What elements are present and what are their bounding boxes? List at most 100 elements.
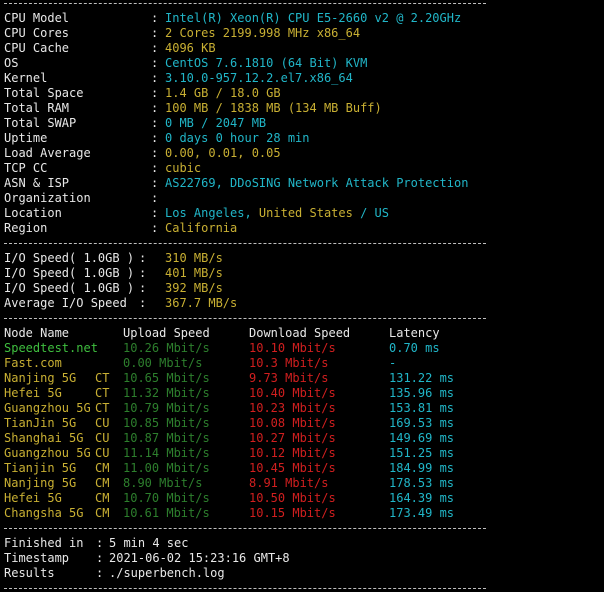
- speed-header-upload: Upload Speed: [123, 326, 210, 340]
- system-info-colon: :: [151, 221, 159, 235]
- system-info-label: Total SWAP: [4, 116, 77, 130]
- system-info-label: Kernel: [4, 71, 48, 85]
- speed-download: 10.10 Mbit/s: [249, 341, 336, 355]
- system-info-value: AS22769, DDoSING Network Attack Protecti…: [165, 176, 469, 190]
- speed-download: 10.3 Mbit/s: [249, 356, 329, 370]
- separator-bottom: [4, 588, 486, 589]
- speed-node-isp: CM: [95, 491, 110, 505]
- system-info-value: cubic: [165, 161, 202, 175]
- system-info-value: 3.10.0-957.12.2.el7.x86_64: [165, 71, 353, 85]
- system-info-label: Uptime: [4, 131, 48, 145]
- speed-node-name: Guangzhou 5G: [4, 446, 91, 460]
- summary-label: Finished in: [4, 536, 84, 550]
- io-colon: :: [139, 266, 147, 280]
- system-info-value: California: [165, 221, 238, 235]
- speed-node-name: Speedtest.net: [4, 341, 98, 355]
- speed-latency: 151.25 ms: [389, 446, 455, 460]
- system-info-value: CentOS 7.6.1810 (64 Bit) KVM: [165, 56, 368, 70]
- location-part: / US: [352, 206, 389, 220]
- speed-upload: 8.90 Mbit/s: [123, 476, 203, 490]
- speed-node-name: Nanjing 5G: [4, 476, 77, 490]
- speed-download: 10.27 Mbit/s: [249, 431, 336, 445]
- speed-node-name: Guangzhou 5G: [4, 401, 91, 415]
- speed-download: 10.40 Mbit/s: [249, 386, 336, 400]
- speed-node-isp: CU: [95, 446, 110, 460]
- speed-node-name: Tianjin 5G: [4, 461, 77, 475]
- speed-download: 10.08 Mbit/s: [249, 416, 336, 430]
- system-info-colon: :: [151, 131, 159, 145]
- system-info-value: 100 MB / 1838 MB (134 MB Buff): [165, 101, 382, 115]
- speed-node-isp: CM: [95, 506, 110, 520]
- system-info-colon: :: [151, 176, 159, 190]
- speed-download: 10.50 Mbit/s: [249, 491, 336, 505]
- system-info-label: ASN & ISP: [4, 176, 70, 190]
- summary-colon: :: [96, 566, 104, 580]
- system-info-label: CPU Model: [4, 11, 70, 25]
- speed-download: 10.23 Mbit/s: [249, 401, 336, 415]
- speed-download: 10.45 Mbit/s: [249, 461, 336, 475]
- system-info-colon: :: [151, 41, 159, 55]
- summary-value: 5 min 4 sec: [109, 536, 189, 550]
- speed-upload: 11.14 Mbit/s: [123, 446, 210, 460]
- system-info-label: Organization: [4, 191, 91, 205]
- system-info-value: 0.00, 0.01, 0.05: [165, 146, 281, 160]
- system-info-label: Total Space: [4, 86, 84, 100]
- speed-latency: 169.53 ms: [389, 416, 455, 430]
- system-info-colon: :: [151, 26, 159, 40]
- speed-download: 8.91 Mbit/s: [249, 476, 329, 490]
- system-info-value: 2 Cores 2199.998 MHz x86_64: [165, 26, 361, 40]
- system-info-label: OS: [4, 56, 19, 70]
- system-info-colon: :: [151, 161, 159, 175]
- speed-upload: 10.26 Mbit/s: [123, 341, 210, 355]
- speed-latency: 0.70 ms: [389, 341, 440, 355]
- io-colon: :: [139, 281, 147, 295]
- speed-node-isp: CT: [95, 401, 110, 415]
- terminal-window: CPU Model: Intel(R) Xeon(R) CPU E5-2660 v…: [0, 0, 604, 592]
- separator-top: [4, 3, 486, 4]
- speed-latency: -: [389, 356, 397, 370]
- speed-node-isp: CT: [95, 386, 110, 400]
- speed-node-name: Hefei 5G: [4, 491, 62, 505]
- speed-latency: 149.69 ms: [389, 431, 455, 445]
- speed-latency: 173.49 ms: [389, 506, 455, 520]
- system-info-colon: :: [151, 146, 159, 160]
- speed-node-isp: CM: [95, 461, 110, 475]
- speed-latency: 184.99 ms: [389, 461, 455, 475]
- speed-node-isp: CM: [95, 476, 110, 490]
- summary-value: 2021-06-02 15:23:16 GMT+8: [109, 551, 290, 565]
- io-colon: :: [139, 296, 147, 310]
- system-info-value: 0 days 0 hour 28 min: [165, 131, 310, 145]
- system-info-colon: :: [151, 71, 159, 85]
- summary-value: ./superbench.log: [109, 566, 225, 580]
- speed-header-node: Node Name: [4, 326, 70, 340]
- speed-upload: 11.00 Mbit/s: [123, 461, 210, 475]
- system-info-colon: :: [151, 11, 159, 25]
- system-info-value: Los Angeles, United States / US: [165, 206, 389, 221]
- speed-node-isp: CU: [95, 431, 110, 445]
- speed-upload: 10.70 Mbit/s: [123, 491, 210, 505]
- speed-node-isp: CU: [95, 416, 110, 430]
- system-info-label: Load Average: [4, 146, 91, 160]
- speed-node-name: TianJin 5G: [4, 416, 77, 430]
- speed-latency: 164.39 ms: [389, 491, 455, 505]
- speed-node-name: Hefei 5G: [4, 386, 62, 400]
- speed-latency: 131.22 ms: [389, 371, 455, 385]
- system-info-label: Total RAM: [4, 101, 70, 115]
- system-info-colon: :: [151, 56, 159, 70]
- io-colon: :: [139, 251, 147, 265]
- speed-node-name: Changsha 5G: [4, 506, 84, 520]
- io-label: I/O Speed( 1.0GB ): [4, 251, 135, 265]
- speed-node-name: Nanjing 5G: [4, 371, 77, 385]
- system-info-label: Region: [4, 221, 48, 235]
- speed-upload: 10.61 Mbit/s: [123, 506, 210, 520]
- speed-upload: 0.00 Mbit/s: [123, 356, 203, 370]
- system-info-colon: :: [151, 206, 159, 220]
- system-info-label: TCP CC: [4, 161, 48, 175]
- system-info-colon: :: [151, 191, 159, 205]
- location-part: Los Angeles,: [165, 206, 259, 220]
- io-label: Average I/O Speed: [4, 296, 127, 310]
- system-info-value: 0 MB / 2047 MB: [165, 116, 267, 130]
- system-info-label: Location: [4, 206, 62, 220]
- speed-upload: 10.65 Mbit/s: [123, 371, 210, 385]
- speed-node-name: Fast.com: [4, 356, 62, 370]
